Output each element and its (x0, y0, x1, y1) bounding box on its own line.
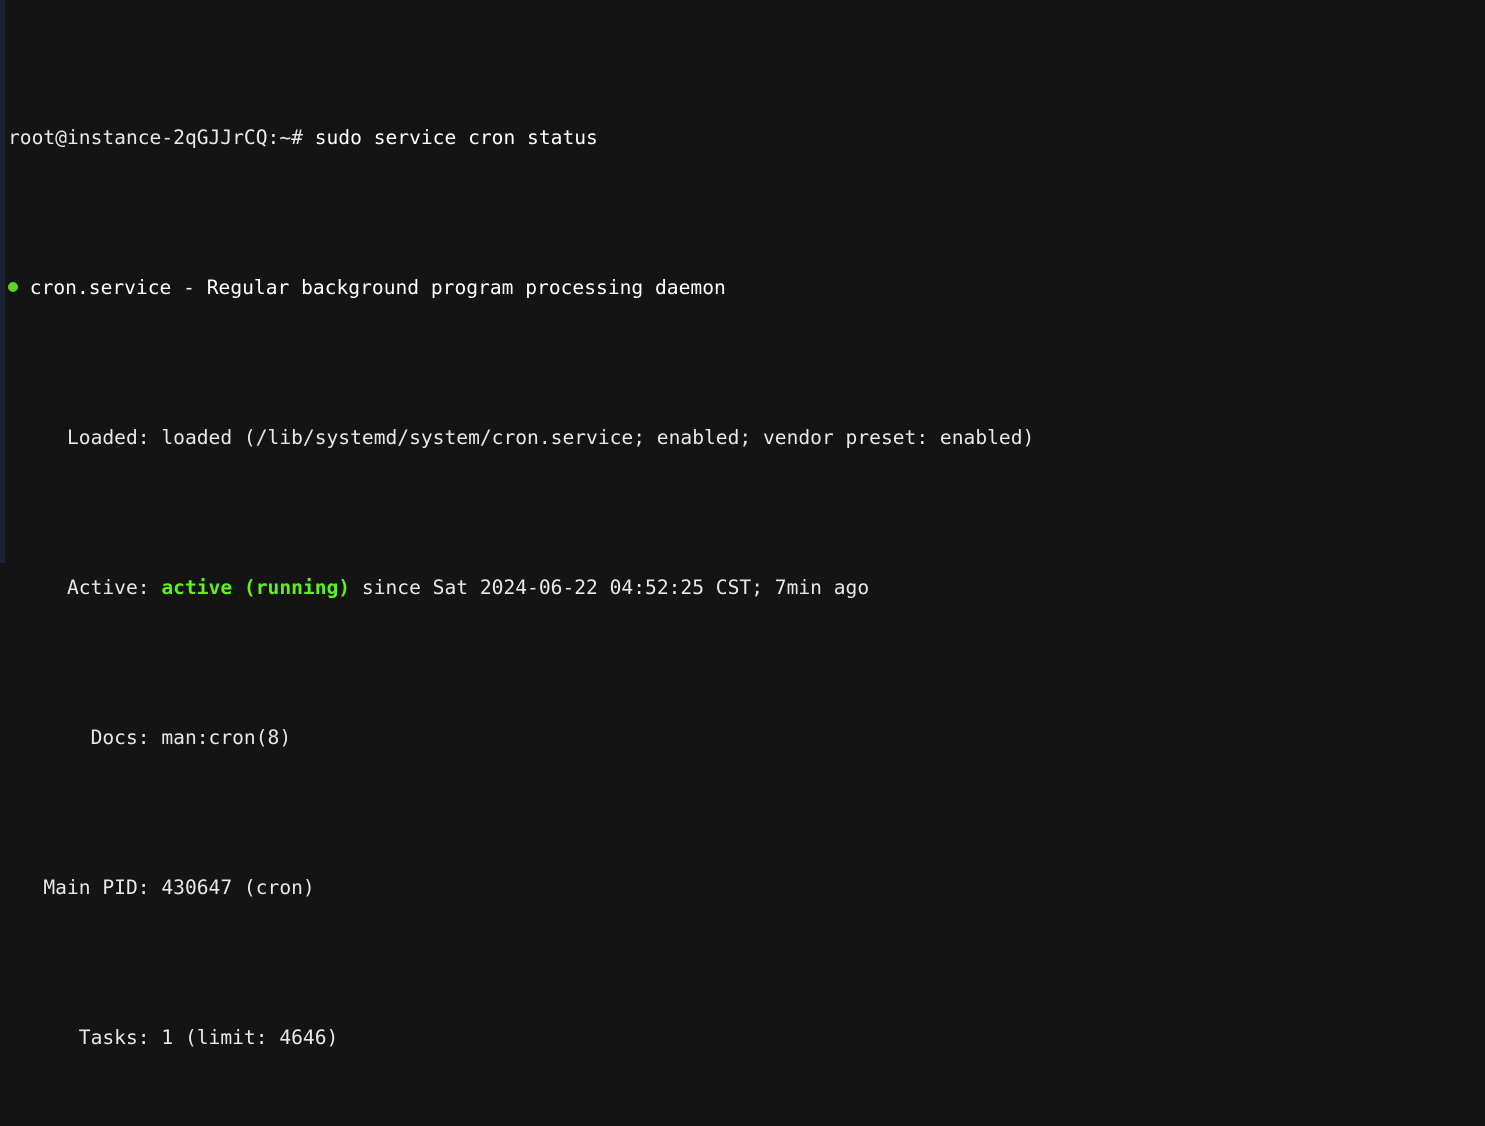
field-docs-label: Docs: (8, 726, 162, 749)
unit-header-text: cron.service - Regular background progra… (29, 276, 726, 299)
field-tasks-label: Tasks: (8, 1026, 162, 1049)
unit-header-space (18, 276, 30, 299)
unit-header-line: cron.service - Regular background progra… (8, 273, 1485, 303)
field-active: Active: active (running) since Sat 2024-… (8, 573, 1485, 603)
field-main-pid-value: 430647 (cron) (161, 876, 315, 899)
prompt-string-top: root@instance-2qGJJrCQ:~# (8, 126, 303, 149)
field-loaded-label: Loaded: (8, 426, 162, 449)
field-docs: Docs: man:cron(8) (8, 723, 1485, 753)
command-prompt-line: root@instance-2qGJJrCQ:~# sudo service c… (8, 123, 1485, 153)
field-main-pid-label: Main PID: (8, 876, 162, 899)
terminal-window[interactable]: root@instance-2qGJJrCQ:~# sudo service c… (0, 0, 1485, 1049)
field-tasks-value: 1 (limit: 4646) (161, 1026, 339, 1049)
field-main-pid: Main PID: 430647 (cron) (8, 873, 1485, 903)
field-loaded: Loaded: loaded (/lib/systemd/system/cron… (8, 423, 1485, 453)
field-docs-value: man:cron(8) (161, 726, 292, 749)
status-dot-icon (8, 281, 18, 292)
field-active-since: since Sat 2024-06-22 04:52:25 CST; 7min … (350, 576, 870, 599)
field-loaded-value: loaded (/lib/systemd/system/cron.service… (161, 426, 1035, 449)
command-text: sudo service cron status (302, 126, 598, 149)
terminal-screen[interactable]: root@instance-2qGJJrCQ:~# sudo service c… (0, 0, 1485, 1049)
field-tasks: Tasks: 1 (limit: 4646) (8, 1023, 1485, 1053)
field-active-label: Active: (8, 576, 162, 599)
field-active-state: active (running) (161, 576, 351, 599)
